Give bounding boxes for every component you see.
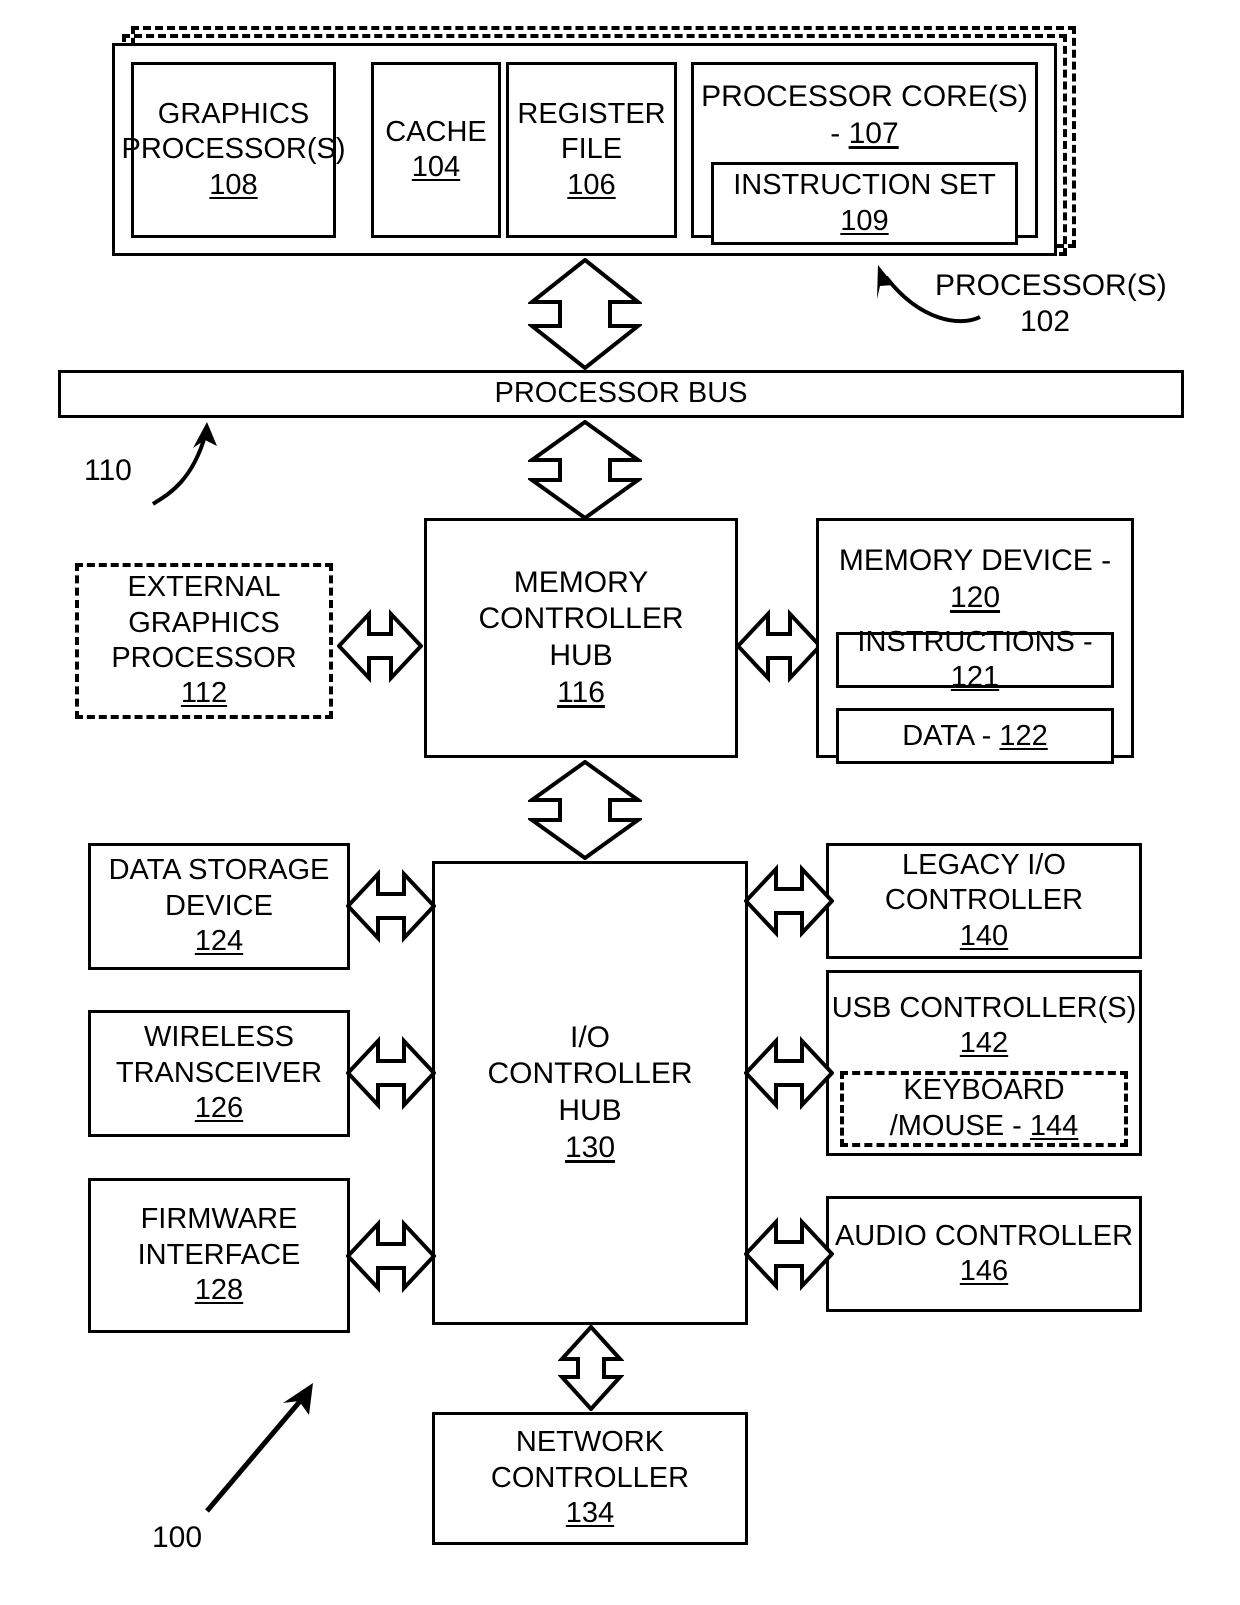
arrow-ich-to-usb: [744, 1035, 834, 1111]
audio-controller-title: AUDIO CONTROLLER: [834, 1219, 1134, 1252]
audio-controller-block[interactable]: AUDIO CONTROLLER 146: [826, 1196, 1142, 1312]
audio-controller-number: 146: [959, 1255, 1009, 1287]
memory-device-block[interactable]: MEMORY DEVICE - 120 INSTRUCTIONS - 121 D…: [816, 518, 1134, 765]
arrow-extgfx-to-mch: [337, 608, 423, 684]
cache-number: 104: [411, 151, 461, 183]
memory-data-label: DATA - 122: [902, 719, 1048, 752]
processor-callout-arrow: [860, 255, 990, 335]
wireless-transceiver-title: WIRELESS TRANSCEIVER: [115, 1021, 323, 1089]
legacy-io-controller-number: 140: [959, 919, 1009, 952]
firmware-interface-number: 128: [194, 1274, 244, 1307]
instruction-set-block[interactable]: INSTRUCTION SET 109: [711, 162, 1018, 245]
instruction-set-title: INSTRUCTION SET: [733, 169, 996, 202]
graphics-processor-title: GRAPHICS PROCESSOR(S): [121, 97, 346, 166]
usb-controller-number: 142: [959, 1027, 1009, 1060]
graphics-processor-block[interactable]: GRAPHICS PROCESSOR(S) 108: [122, 62, 346, 238]
arrow-ich-to-legacy: [744, 863, 834, 939]
memory-device-title: MEMORY DEVICE - 120: [838, 544, 1112, 614]
arrow-ich-to-audio: [744, 1216, 834, 1292]
arrow-storage-to-ich: [346, 868, 436, 944]
memory-data-block[interactable]: DATA - 122: [836, 708, 1114, 765]
legacy-io-controller-title: LEGACY I/O CONTROLLER: [884, 848, 1084, 917]
data-storage-device-number: 124: [194, 925, 244, 958]
network-controller-number: 134: [565, 1497, 615, 1530]
memory-controller-hub-number: 116: [557, 675, 605, 709]
processor-cores-title: PROCESSOR CORE(S) - 107: [701, 80, 1028, 150]
io-controller-hub-title: I/O CONTROLLER HUB: [487, 1020, 693, 1127]
processor-bus-block[interactable]: PROCESSOR BUS: [58, 370, 1184, 418]
processor-cores-block[interactable]: PROCESSOR CORE(S) - 107 INSTRUCTION SET …: [691, 62, 1038, 245]
memory-instructions-label: INSTRUCTIONS - 121: [857, 625, 1093, 694]
arrow-wireless-to-ich: [346, 1035, 436, 1111]
data-storage-device-block[interactable]: DATA STORAGE DEVICE 124: [88, 843, 350, 970]
data-storage-device-title: DATA STORAGE DEVICE: [108, 854, 330, 922]
processor-bus-callout-arrow: [135, 418, 245, 508]
instruction-set-number: 109: [840, 204, 889, 237]
arrow-firmware-to-ich: [346, 1218, 436, 1294]
register-file-number: 106: [567, 168, 616, 201]
figure-number-arrow: [195, 1375, 325, 1515]
figure-canvas: GRAPHICS PROCESSOR(S) 108 CACHE 104 REGI…: [0, 0, 1240, 1605]
usb-controller-title: USB CONTROLLER(S): [831, 992, 1137, 1024]
external-graphics-processor-title: EXTERNAL GRAPHICS PROCESSOR: [111, 571, 297, 674]
register-file-title: REGISTER FILE: [517, 97, 666, 166]
network-controller-block[interactable]: NETWORK CONTROLLER 134: [432, 1412, 748, 1545]
arrow-processor-to-bus: [528, 258, 642, 370]
processor-bus-label: PROCESSOR BUS: [494, 377, 748, 410]
wireless-transceiver-block[interactable]: WIRELESS TRANSCEIVER 126: [88, 1010, 350, 1137]
usb-controller-block[interactable]: USB CONTROLLER(S) 142 KEYBOARD /MOUSE - …: [826, 970, 1142, 1156]
arrow-mch-to-ich: [528, 760, 642, 860]
memory-controller-hub-block[interactable]: MEMORY CONTROLLER HUB 116: [424, 518, 738, 758]
wireless-transceiver-number: 126: [194, 1092, 244, 1125]
cache-block[interactable]: CACHE 104: [371, 62, 501, 238]
io-controller-hub-block[interactable]: I/O CONTROLLER HUB 130: [432, 861, 748, 1325]
cache-title: CACHE: [385, 115, 487, 148]
external-graphics-processor-number: 112: [180, 677, 228, 710]
io-controller-hub-number: 130: [564, 1130, 616, 1164]
register-file-block[interactable]: REGISTER FILE 106: [506, 62, 677, 238]
arrow-bus-to-mch: [528, 420, 642, 520]
figure-number-label: 100: [152, 1521, 203, 1554]
network-controller-title: NETWORK CONTROLLER: [490, 1426, 690, 1494]
keyboard-mouse-label: KEYBOARD /MOUSE - 144: [889, 1074, 1079, 1142]
keyboard-mouse-block[interactable]: KEYBOARD /MOUSE - 144: [840, 1070, 1128, 1147]
external-graphics-processor-block[interactable]: EXTERNAL GRAPHICS PROCESSOR 112: [75, 563, 333, 719]
arrow-ich-to-network: [558, 1325, 624, 1411]
firmware-interface-title: FIRMWARE INTERFACE: [137, 1203, 301, 1271]
memory-instructions-block[interactable]: INSTRUCTIONS - 121: [836, 626, 1114, 693]
firmware-interface-block[interactable]: FIRMWARE INTERFACE 128: [88, 1178, 350, 1333]
legacy-io-controller-block[interactable]: LEGACY I/O CONTROLLER 140: [826, 843, 1142, 959]
graphics-processor-number: 108: [209, 168, 258, 201]
memory-controller-hub-title: MEMORY CONTROLLER HUB: [478, 565, 684, 672]
arrow-mch-to-memory: [736, 608, 822, 684]
